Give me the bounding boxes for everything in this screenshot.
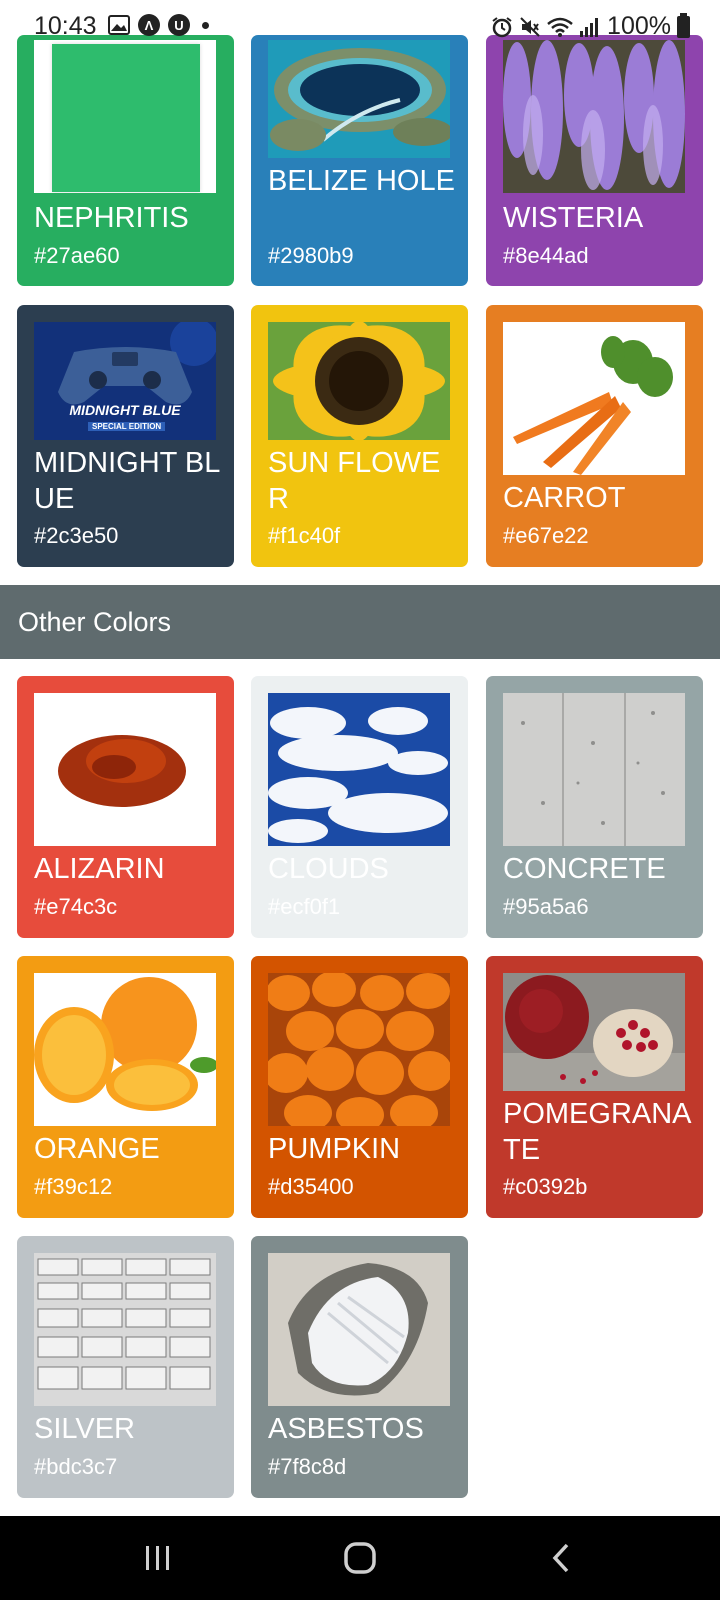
color-card-clouds[interactable]: CLOUDS #ecf0f1	[251, 676, 468, 938]
midnight-blue-image-caption: MIDNIGHT BLUE	[69, 402, 181, 418]
color-hex: #7f8c8d	[268, 1454, 347, 1479]
carrot-photo	[503, 322, 685, 475]
color-name: SUN FLOWER	[268, 447, 441, 515]
signal-icon	[580, 17, 599, 37]
dot-icon	[202, 21, 209, 29]
color-card-pomegranate[interactable]: POMEGRANATE #c0392b	[486, 956, 703, 1218]
color-name: NEPHRITIS	[34, 202, 189, 234]
color-name: CONCRETE	[503, 853, 666, 885]
status-left-icons: Λ U	[108, 14, 209, 36]
color-card-nephritis[interactable]: NEPHRITIS #27ae60	[17, 35, 234, 286]
color-hex: #d35400	[268, 1174, 354, 1199]
color-card-alizarin[interactable]: ALIZARIN #e74c3c	[17, 676, 234, 938]
u-badge-icon: U	[168, 14, 190, 36]
midnight-blue-controller-photo: MIDNIGHT BLUE SPECIAL EDITION	[34, 322, 216, 440]
color-hex: #c0392b	[503, 1174, 588, 1199]
battery-percent: 100%	[607, 12, 671, 40]
color-name: WISTERIA	[503, 202, 644, 234]
nephritis-swatch	[34, 40, 216, 193]
color-name: ALIZARIN	[34, 853, 165, 885]
back-icon	[552, 1543, 569, 1573]
color-hex: #f39c12	[34, 1174, 113, 1199]
color-card-sun-flower[interactable]: SUN FLOWER #f1c40f	[251, 305, 468, 567]
belize-hole-photo	[268, 40, 450, 158]
color-name: ORANGE	[34, 1133, 160, 1165]
color-card-silver[interactable]: SILVER #bdc3c7	[17, 1236, 234, 1498]
clouds-photo	[268, 693, 450, 846]
color-hex: #f1c40f	[268, 523, 341, 548]
color-name: ASBESTOS	[268, 1413, 424, 1445]
back-button[interactable]	[532, 1536, 592, 1580]
concrete-photo	[503, 693, 685, 846]
orange-photo	[34, 973, 216, 1126]
color-name: MIDNIGHT BLUE	[34, 447, 221, 515]
color-card-pumpkin[interactable]: PUMPKIN #d35400	[251, 956, 468, 1218]
section-header-other-colors: Other Colors	[0, 585, 720, 659]
color-name: CARROT	[503, 482, 626, 514]
sunflower-photo	[268, 322, 450, 440]
color-card-wisteria[interactable]: WISTERIA #8e44ad	[486, 35, 703, 286]
navigation-bar	[0, 1516, 720, 1600]
home-icon	[344, 1542, 376, 1574]
color-name: POMEGRANATE	[503, 1098, 692, 1166]
color-card-belize-hole[interactable]: BELIZE HOLE #2980b9	[251, 35, 468, 286]
color-hex: #95a5a6	[503, 894, 589, 919]
battery-icon	[677, 12, 690, 38]
status-bar: 10:43 Λ U 100%	[0, 0, 720, 50]
image-icon	[108, 15, 130, 35]
color-name: BELIZE HOLE	[268, 165, 455, 197]
status-time: 10:43	[34, 12, 97, 40]
color-card-concrete[interactable]: CONCRETE #95a5a6	[486, 676, 703, 938]
color-card-midnight-blue[interactable]: MIDNIGHT BLUE SPECIAL EDITION MIDNIGHT B…	[17, 305, 234, 567]
pomegranate-photo	[503, 973, 685, 1091]
alizarin-powder-photo	[34, 693, 216, 846]
midnight-blue-image-subcaption: SPECIAL EDITION	[88, 422, 166, 431]
recent-apps-icon	[146, 1546, 169, 1570]
color-hex: #2c3e50	[34, 523, 119, 548]
color-name: PUMPKIN	[268, 1133, 401, 1165]
color-card-orange[interactable]: ORANGE #f39c12	[17, 956, 234, 1218]
color-hex: #ecf0f1	[268, 894, 341, 919]
silver-bars-photo	[34, 1253, 216, 1406]
wisteria-photo	[503, 40, 685, 193]
home-button[interactable]	[330, 1536, 390, 1580]
recent-apps-button[interactable]	[128, 1536, 188, 1580]
a-badge-icon: Λ	[138, 14, 160, 36]
color-name: CLOUDS	[268, 853, 389, 885]
color-hex: #2980b9	[268, 243, 354, 268]
color-hex: #e74c3c	[34, 894, 118, 919]
color-hex: #bdc3c7	[34, 1454, 118, 1479]
mute-icon	[520, 16, 540, 37]
color-card-carrot[interactable]: CARROT #e67e22	[486, 305, 703, 567]
status-right-icons: 100%	[491, 12, 690, 41]
wifi-icon	[547, 17, 573, 37]
color-hex: #e67e22	[503, 523, 589, 548]
section-title: Other Colors	[18, 607, 172, 637]
pumpkin-photo	[268, 973, 450, 1126]
alarm-icon	[492, 16, 512, 37]
color-card-asbestos[interactable]: ASBESTOS #7f8c8d	[251, 1236, 468, 1498]
color-hex: #27ae60	[34, 243, 120, 268]
color-hex: #8e44ad	[503, 243, 589, 268]
color-name: SILVER	[34, 1413, 136, 1445]
asbestos-photo	[268, 1253, 450, 1406]
